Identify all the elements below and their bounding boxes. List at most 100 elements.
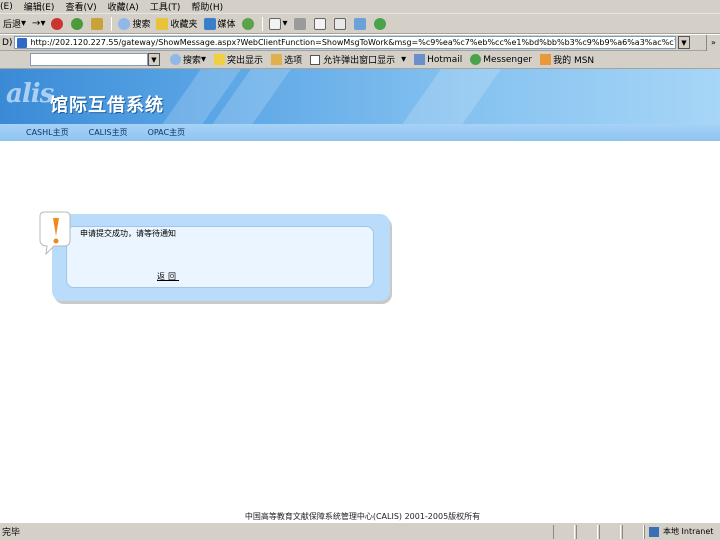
menu-bar: (E) 编辑(E) 查看(V) 收藏(A) 工具(T) 帮助(H) (0, 0, 720, 14)
stop-icon (51, 17, 64, 30)
chevron-down-icon: ▾ (40, 17, 46, 29)
security-zone: 本地 Intranet (644, 524, 720, 539)
go-icon[interactable]: » (706, 34, 720, 51)
zone-label: 本地 Intranet (663, 527, 714, 536)
edit-button[interactable] (311, 16, 331, 32)
hotmail-button[interactable]: Hotmail (410, 54, 466, 65)
standard-toolbar: 后退 ▾ → ▾ 搜索 收藏夹 媒体 ▾ (0, 14, 720, 34)
toolbar-search-button[interactable]: 搜索 ▾ (166, 53, 210, 66)
page-banner: alis 馆际互借系统 (0, 69, 720, 124)
nav-bar: CASHL主页 CALIS主页 OPAC主页 (0, 124, 720, 141)
toolbar-search-label: 搜索 (183, 56, 202, 66)
menu-help[interactable]: 帮助(H) (191, 0, 230, 13)
alert-icon (39, 211, 71, 256)
address-label: D) (2, 37, 13, 48)
chevron-down-icon: ▾ (282, 17, 288, 29)
home-button[interactable] (88, 16, 108, 32)
checkbox-icon (310, 54, 321, 65)
popup-label: 允许弹出窗口显示 (323, 56, 396, 66)
hotmail-label: Hotmail (427, 54, 463, 65)
toolbar-separator (111, 16, 113, 31)
forward-arrow-icon: → (32, 17, 41, 29)
nav-link-calis[interactable]: CALIS主页 (89, 127, 128, 138)
options-icon (271, 54, 283, 65)
messenger-icon (373, 17, 386, 30)
print-button[interactable] (291, 16, 311, 32)
print-icon (293, 17, 306, 30)
calis-logo: alis (6, 79, 54, 109)
highlight-button[interactable]: 突出显示 (210, 53, 267, 66)
messenger-label: Messenger (483, 54, 533, 65)
chevron-down-icon: ▾ (201, 53, 207, 65)
search-input[interactable] (30, 53, 148, 66)
menu-edit[interactable]: 编辑(E) (24, 0, 62, 13)
menu-tools[interactable]: 工具(T) (150, 0, 188, 13)
home-icon (91, 17, 104, 30)
links-toolbar: ▼ 搜索 ▾ 突出显示 选项 允许弹出窗口显示 ▾ Hotmail Messen… (0, 51, 720, 69)
options-button[interactable]: 选项 (267, 53, 306, 66)
my-msn-label: 我的 MSN (553, 56, 595, 66)
status-cell (576, 524, 598, 539)
nav-link-cashl[interactable]: CASHL主页 (26, 127, 69, 138)
search-dropdown-button[interactable]: ▼ (148, 53, 160, 66)
status-text: 完毕 (2, 528, 21, 538)
discuss-icon (333, 17, 346, 30)
discuss-button[interactable] (331, 16, 351, 32)
refresh-icon (71, 17, 84, 30)
highlighter-icon (214, 54, 226, 65)
chevron-down-icon: ▾ (21, 17, 27, 29)
research-icon (353, 17, 366, 30)
search-icon (170, 54, 181, 65)
search-button[interactable]: 搜索 (115, 16, 153, 32)
status-cell (622, 524, 644, 539)
address-bar: D) http://202.120.227.55/gateway/ShowMes… (0, 34, 720, 51)
media-button[interactable]: 媒体 (201, 16, 239, 32)
nav-link-opac[interactable]: OPAC主页 (148, 127, 186, 138)
star-icon (156, 17, 169, 30)
status-cell (599, 524, 621, 539)
chevron-down-icon: ▾ (401, 53, 407, 65)
toolbar-separator (261, 16, 263, 31)
mail-button[interactable]: ▾ (266, 16, 291, 32)
banner-stripe (391, 69, 509, 124)
hotmail-icon (414, 54, 426, 65)
mail-icon (268, 17, 281, 30)
favorites-label: 收藏夹 (170, 20, 198, 30)
back-label: 后退 (3, 20, 22, 30)
menu-view[interactable]: 查看(V) (65, 0, 103, 13)
refresh-button[interactable] (68, 16, 88, 32)
message-text: 申请提交成功，请等待通知 (80, 229, 176, 238)
status-cell (553, 524, 575, 539)
page-icon (17, 37, 28, 48)
copyright-footer: 中国高等教育文献保障系统管理中心(CALIS) 2001-2005版权所有 (244, 512, 481, 521)
messenger-button[interactable]: Messenger (466, 54, 536, 65)
menu-favorites[interactable]: 收藏(A) (108, 0, 146, 13)
search-icon (118, 17, 131, 30)
msn-icon (540, 54, 552, 65)
history-icon (241, 17, 254, 30)
highlight-label: 突出显示 (227, 56, 264, 66)
status-bar: 完毕 本地 Intranet (0, 522, 720, 540)
my-msn-button[interactable]: 我的 MSN (536, 53, 598, 66)
back-button[interactable]: 后退 ▾ (0, 16, 29, 32)
history-button[interactable] (239, 16, 259, 32)
media-label: 媒体 (217, 20, 236, 30)
page-title: 馆际互借系统 (50, 95, 164, 116)
intranet-icon (649, 526, 659, 537)
edit-icon (313, 17, 326, 30)
research-button[interactable] (351, 16, 371, 32)
address-input[interactable]: http://202.120.227.55/gateway/ShowMessag… (14, 36, 676, 49)
search-label: 搜索 (132, 20, 151, 30)
messenger-toolbar-button[interactable] (371, 16, 391, 32)
back-link[interactable]: 返回 (157, 271, 179, 282)
favorites-button[interactable]: 收藏夹 (153, 16, 200, 32)
options-label: 选项 (284, 56, 303, 66)
popup-toggle[interactable]: 允许弹出窗口显示 ▾ (306, 53, 410, 66)
messenger-icon (470, 54, 482, 65)
stop-button[interactable] (48, 16, 68, 32)
address-url: http://202.120.227.55/gateway/ShowMessag… (30, 38, 676, 47)
address-dropdown-button[interactable]: ▼ (678, 36, 690, 49)
media-icon (203, 17, 216, 30)
menu-file[interactable]: (E) (0, 2, 20, 12)
forward-button[interactable]: → ▾ (29, 16, 48, 32)
